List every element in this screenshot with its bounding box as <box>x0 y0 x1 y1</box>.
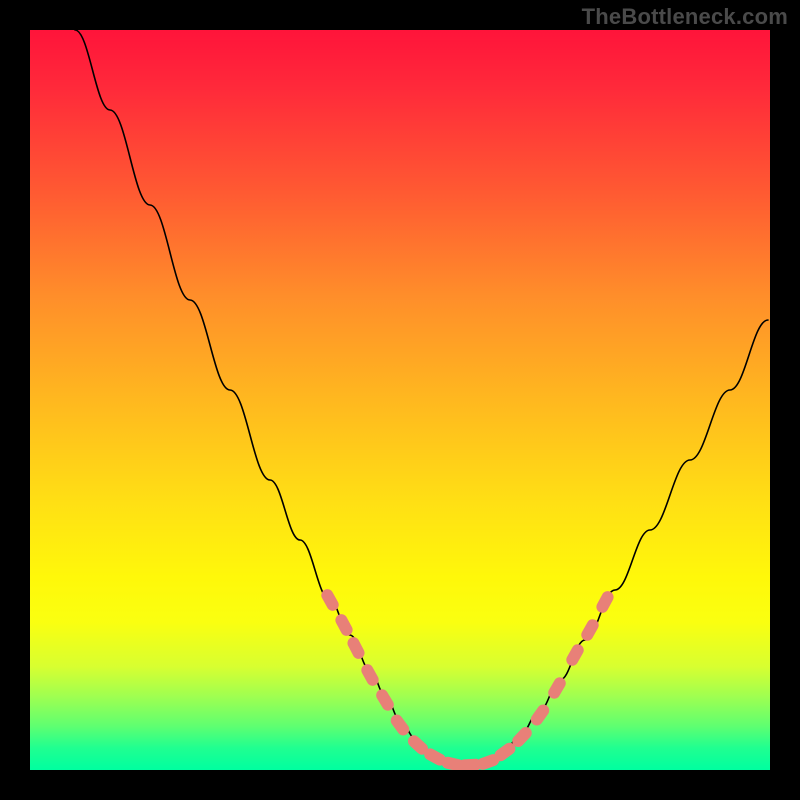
marker-lozenge <box>389 713 411 737</box>
curve-svg <box>30 30 770 770</box>
marker-lozenge <box>580 618 600 643</box>
marker-lozenge <box>346 636 366 661</box>
marker-lozenge <box>375 688 396 713</box>
marker-lozenge <box>547 676 568 701</box>
curve-right-branch <box>460 320 768 766</box>
marker-lozenge <box>360 663 380 688</box>
curve-left-branch <box>75 30 460 766</box>
marker-lozenge <box>320 588 340 613</box>
chart-frame: TheBottleneck.com <box>0 0 800 800</box>
marker-lozenge <box>334 613 354 638</box>
marker-group <box>320 588 615 770</box>
watermark-text: TheBottleneck.com <box>582 4 788 30</box>
marker-lozenge <box>565 643 585 668</box>
marker-lozenge <box>595 590 615 615</box>
plot-area <box>30 30 770 770</box>
marker-lozenge <box>529 703 551 727</box>
